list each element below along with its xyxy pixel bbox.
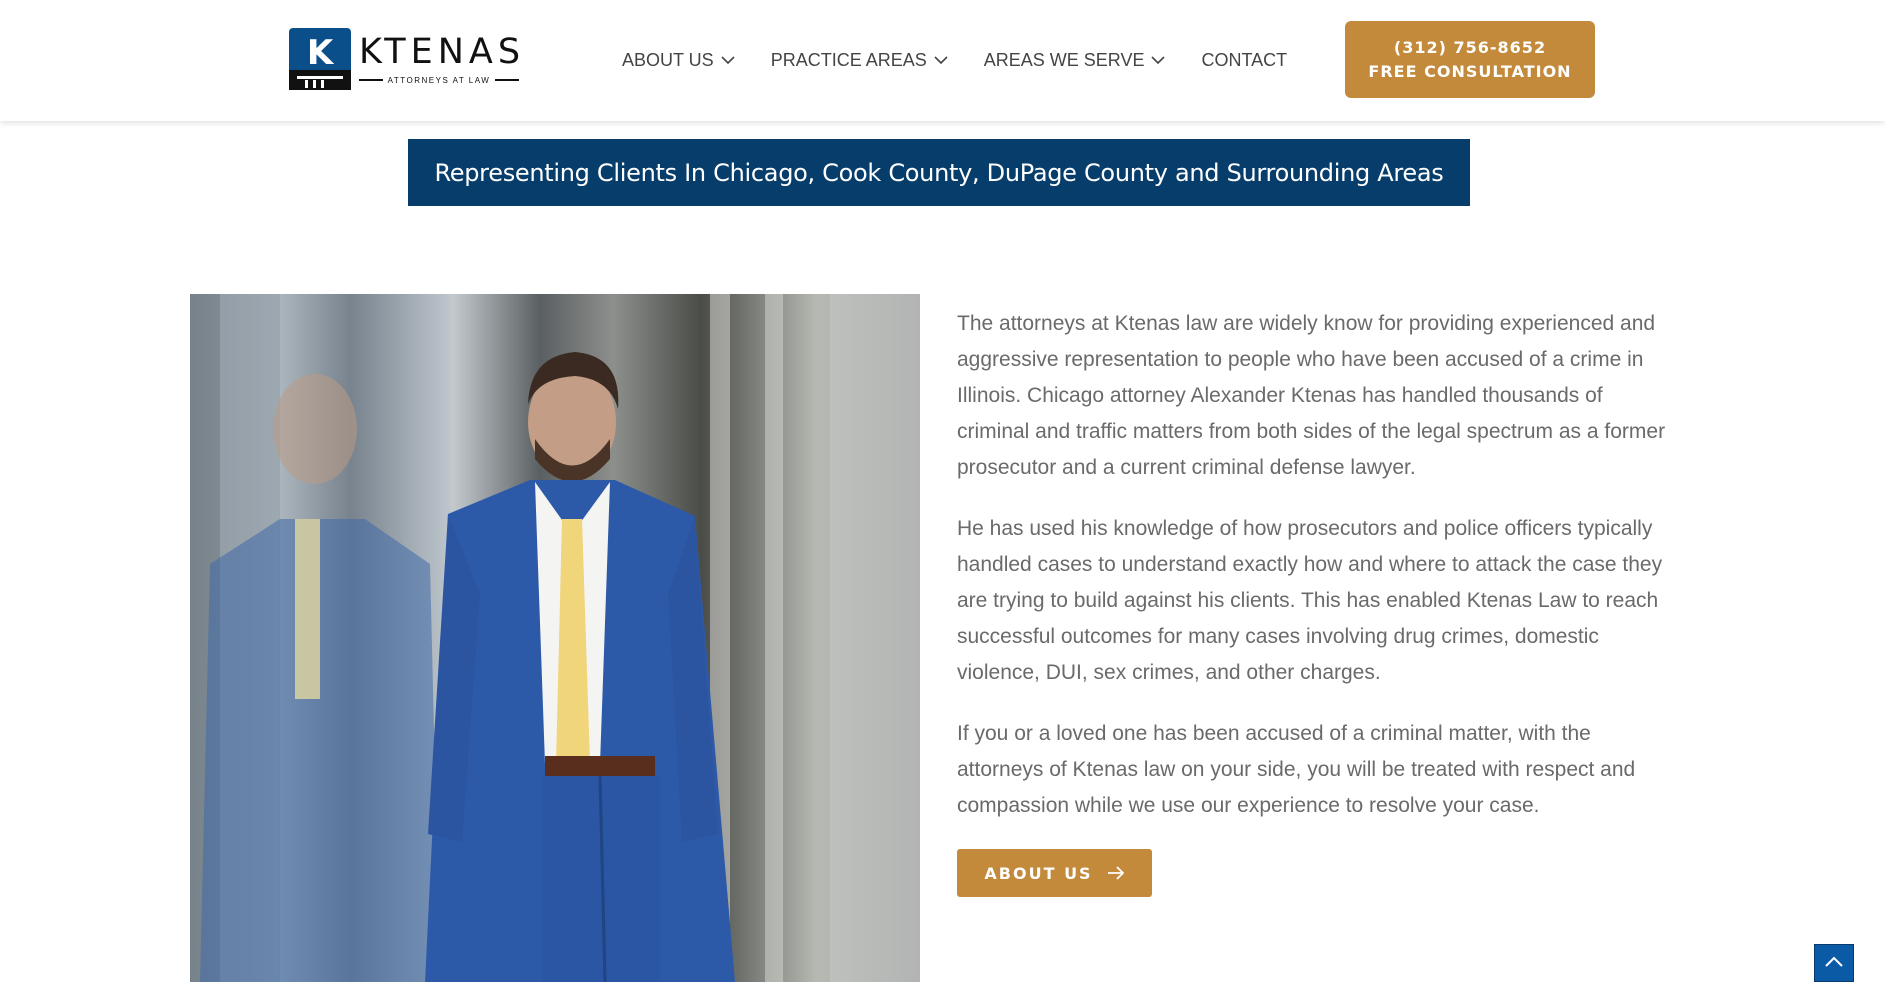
service-area-banner: Representing Clients In Chicago, Cook Co… (408, 139, 1470, 206)
nav-item-label: AREAS WE SERVE (983, 49, 1145, 70)
nav-item-label: PRACTICE AREAS (770, 49, 927, 70)
intro-copy: The attorneys at Ktenas law are widely k… (957, 306, 1669, 849)
nav-item-label: CONTACT (1201, 49, 1288, 70)
chevron-down-icon (1151, 55, 1166, 65)
intro-paragraph: He has used his knowledge of how prosecu… (957, 517, 1663, 684)
chevron-down-icon (934, 55, 948, 65)
logo-rule-right (495, 79, 519, 81)
scroll-to-top-button[interactable] (1814, 944, 1854, 982)
cta-label: FREE CONSULTATION (1368, 61, 1572, 81)
nav-item-label: ABOUT US (622, 49, 714, 70)
site-header: K KTENAS ATTORNEYS AT LAW ABOUT US PRACT… (0, 0, 1885, 121)
logo-mark-letter: K (307, 33, 335, 73)
nav-item-contact[interactable]: CONTACT (1201, 50, 1287, 71)
chevron-down-icon (721, 55, 735, 65)
free-consultation-button[interactable]: (312) 756-8652 FREE CONSULTATION (1345, 21, 1595, 98)
nav-item-practice-areas[interactable]: PRACTICE AREAS (771, 50, 948, 71)
about-us-button-label: ABOUT US (984, 863, 1093, 883)
nav-item-areas-we-serve[interactable]: AREAS WE SERVE (984, 50, 1166, 71)
logo-tagline: ATTORNEYS AT LAW (387, 75, 491, 85)
intro-paragraph: If you or a loved one has been accused o… (957, 722, 1636, 817)
arrow-right-icon (1107, 866, 1125, 880)
cta-phone: (312) 756-8652 (1393, 37, 1547, 57)
nav-item-about-us[interactable]: ABOUT US (622, 50, 735, 71)
logo-rule-left (359, 79, 383, 81)
site-logo[interactable]: K KTENAS ATTORNEYS AT LAW (289, 28, 520, 92)
banner-text: Representing Clients In Chicago, Cook Co… (434, 158, 1444, 187)
logo-name: KTENAS (359, 32, 526, 72)
attorney-photo (190, 294, 920, 982)
intro-paragraph: The attorneys at Ktenas law are widely k… (957, 312, 1666, 479)
attorney-photo-illustration (190, 294, 920, 982)
logo-tagline-row: ATTORNEYS AT LAW (359, 74, 519, 86)
chevron-up-icon (1825, 954, 1843, 972)
main-nav: ABOUT US PRACTICE AREAS AREAS WE SERVE C… (622, 47, 1287, 73)
logo-mark-icon: K (289, 28, 351, 90)
about-us-button[interactable]: ABOUT US (957, 849, 1152, 897)
